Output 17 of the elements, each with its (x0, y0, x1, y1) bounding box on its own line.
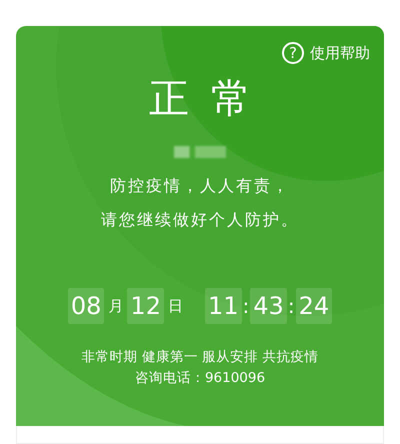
blurred-name (174, 146, 226, 158)
clock-digits: 08 (68, 288, 104, 324)
clock-digits: 12 (127, 288, 164, 324)
footer-text: 咨询电话：9610096 (134, 369, 266, 388)
footer-text: 非常时期 健康第一 服从安排 共抗疫情 (82, 348, 318, 367)
help-icon: ? (282, 42, 304, 64)
time-separator: : (242, 294, 250, 318)
clock-digits: 24 (296, 288, 332, 324)
notice-text: 请您继续做好个人防护。 (101, 210, 299, 230)
date-unit: 日 (168, 296, 183, 316)
time-separator: : (288, 294, 295, 318)
status-title: 正常 (149, 75, 273, 124)
clock-digits: 11 (204, 288, 242, 324)
notice-text: 防控疫情，人人有责， (110, 176, 290, 196)
date-unit: 月 (108, 296, 124, 316)
help-link[interactable]: ? 使用帮助 (282, 42, 370, 64)
clock-digits: 43 (250, 288, 287, 324)
